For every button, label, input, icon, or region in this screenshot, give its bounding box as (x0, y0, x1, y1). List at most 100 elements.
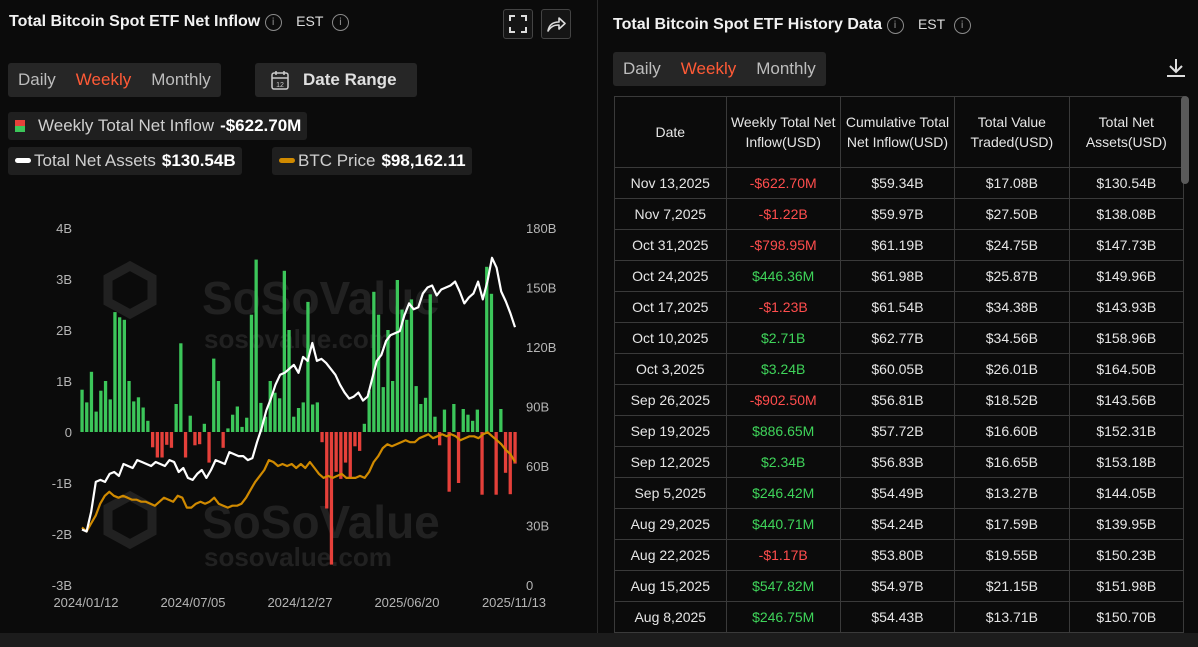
inflow-bar[interactable] (419, 404, 423, 432)
inflow-bar[interactable] (254, 259, 258, 432)
inflow-bar[interactable] (183, 432, 188, 458)
table-scrollbar[interactable] (1181, 96, 1189, 184)
inflow-bar[interactable] (127, 381, 131, 432)
inflow-bar[interactable] (207, 432, 211, 463)
inflow-bar[interactable] (329, 432, 334, 565)
inflow-bar[interactable] (94, 411, 98, 432)
inflow-bar[interactable] (447, 432, 451, 492)
inflow-bar[interactable] (405, 319, 409, 432)
table-row[interactable]: Sep 26,2025 -$902.50M $56.81B $18.52B $143.5… (614, 384, 1185, 416)
inflow-bar[interactable] (391, 381, 395, 432)
inflow-bar[interactable] (320, 432, 324, 443)
inflow-bar[interactable] (311, 404, 315, 433)
inflow-bar[interactable] (240, 426, 244, 432)
inflow-bar[interactable] (475, 409, 479, 432)
inflow-bar[interactable] (198, 432, 202, 445)
table-row[interactable]: Aug 15,2025 $547.82M $54.97B $21.15B $151.98… (614, 570, 1185, 602)
inflow-bar[interactable] (296, 408, 301, 432)
inflow-bar[interactable] (103, 381, 108, 432)
inflow-bar[interactable] (499, 409, 503, 432)
table-row[interactable]: Oct 31,2025 -$798.95M $61.19B $24.75B $147.7… (614, 229, 1185, 261)
inflow-bar[interactable] (165, 432, 169, 445)
inflow-bar[interactable] (428, 294, 432, 432)
inflow-bar[interactable] (362, 423, 366, 432)
inflow-bar[interactable] (503, 432, 508, 473)
inflow-bar[interactable] (80, 389, 84, 432)
inflow-bar[interactable] (306, 301, 310, 432)
inflow-chart[interactable]: SoSoValue sosovalue.com SoSoValue sosova… (0, 0, 583, 633)
table-row[interactable]: Oct 24,2025 $446.36M $61.98B $25.87B $149.96… (614, 260, 1185, 292)
inflow-bar[interactable] (212, 358, 216, 432)
inflow-bar[interactable] (353, 432, 357, 447)
inflow-bar[interactable] (226, 428, 230, 432)
download-icon[interactable] (1164, 56, 1188, 85)
col-cumulative-inflow[interactable]: Cumulative Total Net Inflow(USD) (839, 96, 956, 168)
inflow-bar[interactable] (278, 398, 282, 432)
inflow-bar[interactable] (221, 432, 225, 448)
inflow-bar[interactable] (334, 432, 338, 472)
col-value-traded[interactable]: Total Value Traded(USD) (954, 96, 1070, 168)
inflow-bar[interactable] (179, 343, 183, 432)
inflow-bar[interactable] (89, 371, 94, 432)
inflow-bar[interactable] (282, 270, 286, 432)
inflow-bar[interactable] (85, 402, 89, 432)
inflow-bar[interactable] (301, 402, 305, 432)
inflow-bar[interactable] (155, 432, 159, 458)
inflow-bar[interactable] (216, 381, 221, 432)
table-row[interactable]: Oct 3,2025 $3.24B $60.05B $26.01B $164.50B (614, 353, 1185, 385)
table-row[interactable]: Aug 22,2025 -$1.17B $53.80B $19.55B $150.23B (614, 539, 1185, 571)
table-row[interactable]: Sep 12,2025 $2.34B $56.83B $16.65B $153.18B (614, 446, 1185, 478)
inflow-bar[interactable] (245, 417, 249, 432)
inflow-bar[interactable] (315, 402, 319, 432)
table-row[interactable]: Sep 19,2025 $886.65M $57.72B $16.60B $152.31… (614, 415, 1185, 447)
inflow-bar[interactable] (136, 397, 141, 432)
inflow-bar[interactable] (461, 409, 465, 432)
inflow-bar[interactable] (118, 317, 122, 433)
col-net-assets[interactable]: Total Net Assets(USD) (1068, 96, 1185, 168)
inflow-bar[interactable] (372, 291, 376, 433)
inflow-bar[interactable] (273, 392, 277, 432)
inflow-bar[interactable] (325, 432, 329, 509)
inflow-bar[interactable] (343, 432, 348, 463)
table-row[interactable]: Aug 8,2025 $246.75M $54.43B $13.71B $150.70B (614, 601, 1185, 633)
inflow-bar[interactable] (160, 432, 164, 458)
inflow-bar[interactable] (348, 432, 352, 478)
inflow-bar[interactable] (395, 280, 399, 432)
inflow-bar[interactable] (141, 407, 145, 433)
inflow-bar[interactable] (146, 420, 150, 432)
inflow-bar[interactable] (169, 432, 174, 448)
history-tab-daily[interactable]: Daily (613, 59, 671, 79)
inflow-bar[interactable] (188, 415, 192, 432)
inflow-bar[interactable] (151, 432, 155, 448)
inflow-bar[interactable] (442, 409, 447, 432)
inflow-bar[interactable] (99, 390, 103, 432)
table-row[interactable]: Aug 29,2025 $440.71M $54.24B $17.59B $139.95… (614, 508, 1185, 540)
table-row[interactable]: Nov 7,2025 -$1.22B $59.97B $27.50B $138.08B (614, 198, 1185, 230)
inflow-bar[interactable] (108, 399, 112, 432)
inflow-bar[interactable] (358, 432, 362, 451)
inflow-bar[interactable] (433, 416, 437, 432)
inflow-bar[interactable] (471, 420, 475, 432)
inflow-bar[interactable] (508, 432, 512, 495)
inflow-bar[interactable] (193, 432, 197, 446)
history-tab-monthly[interactable]: Monthly (746, 59, 826, 79)
inflow-bar[interactable] (409, 299, 414, 432)
inflow-bar[interactable] (174, 404, 178, 432)
inflow-bar[interactable] (268, 381, 272, 432)
table-row[interactable]: Oct 10,2025 $2.71B $62.77B $34.56B $158.96B (614, 322, 1185, 354)
history-timezone-info-icon[interactable]: i (953, 17, 971, 34)
inflow-bar[interactable] (231, 414, 235, 432)
history-tab-weekly[interactable]: Weekly (671, 59, 746, 79)
table-row[interactable]: Oct 17,2025 -$1.23B $61.54B $34.38B $143.93B (614, 291, 1185, 323)
inflow-bar[interactable] (466, 414, 470, 432)
inflow-bar[interactable] (339, 432, 343, 479)
inflow-bar[interactable] (414, 386, 418, 432)
inflow-bar[interactable] (423, 397, 428, 432)
table-row[interactable]: Nov 13,2025 -$622.70M $59.34B $17.08B $130.5… (614, 167, 1185, 199)
inflow-bar[interactable] (249, 314, 254, 432)
inflow-bar[interactable] (235, 406, 239, 433)
inflow-bar[interactable] (202, 423, 206, 432)
inflow-bar[interactable] (452, 404, 456, 432)
inflow-bar[interactable] (113, 312, 117, 432)
inflow-bar[interactable] (381, 387, 385, 432)
